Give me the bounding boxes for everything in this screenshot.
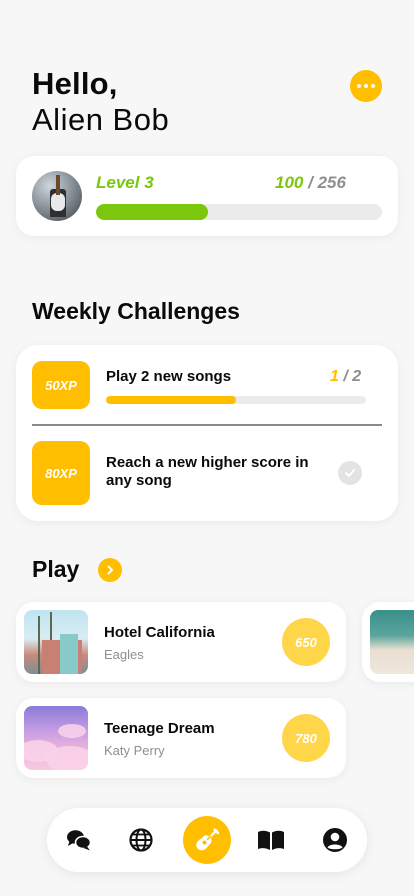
avatar-guitar-neck xyxy=(56,175,60,195)
challenge-progress-track xyxy=(106,396,366,404)
challenge-progress-separator: / xyxy=(343,368,348,385)
song-card[interactable]: Teenage Dream Katy Perry 780 xyxy=(16,698,346,778)
greeting-title: Hello, xyxy=(32,66,118,101)
more-dot xyxy=(364,84,368,88)
xp-current: 100 xyxy=(275,173,304,192)
more-options-button[interactable] xyxy=(350,70,382,102)
album-cover xyxy=(370,610,414,674)
challenge-xp-badge: 50XP xyxy=(32,361,90,409)
nav-profile-button[interactable] xyxy=(311,816,359,864)
nav-book-button[interactable] xyxy=(247,816,295,864)
song-card[interactable] xyxy=(362,602,414,682)
song-score: 780 xyxy=(282,714,330,762)
song-title: Hotel California xyxy=(104,624,215,641)
chat-icon xyxy=(67,830,92,851)
song-title: Teenage Dream xyxy=(104,720,215,737)
album-cover xyxy=(24,706,88,770)
avatar-guitar-body xyxy=(51,193,65,211)
xp-max: 256 xyxy=(317,173,346,192)
nav-guitar-button[interactable] xyxy=(183,816,231,864)
level-card[interactable] xyxy=(16,156,398,236)
nav-chat-button[interactable] xyxy=(55,816,103,864)
song-card[interactable]: Hotel California Eagles 650 xyxy=(16,602,346,682)
guitar-icon xyxy=(196,828,220,851)
avatar[interactable] xyxy=(32,171,82,221)
song-score: 650 xyxy=(282,618,330,666)
album-cover xyxy=(24,610,88,674)
globe-icon xyxy=(129,828,153,852)
cloud xyxy=(58,724,86,738)
profile-icon xyxy=(323,828,347,852)
challenge-progress-text: 1 / 2 xyxy=(330,368,361,386)
bottom-nav xyxy=(47,808,367,872)
challenge-progress-total: 2 xyxy=(352,368,362,385)
challenge-divider xyxy=(32,424,382,426)
more-dot xyxy=(371,84,375,88)
level-progress-fill xyxy=(96,204,208,220)
song-artist: Eagles xyxy=(104,647,144,662)
xp-separator: / xyxy=(308,173,313,192)
challenge-progress-fill xyxy=(106,396,236,404)
nav-globe-button[interactable] xyxy=(117,816,165,864)
challenge-title[interactable]: Reach a new higher score in any song xyxy=(106,454,326,490)
level-label: Level 3 xyxy=(96,173,154,192)
song-artist: Katy Perry xyxy=(104,743,165,758)
challenge-title[interactable]: Play 2 new songs xyxy=(106,368,231,386)
building xyxy=(60,634,78,674)
user-name: Alien Bob xyxy=(32,102,170,137)
cloud xyxy=(46,746,88,770)
weekly-challenges-title: Weekly Challenges xyxy=(32,298,240,324)
more-horizontal-icon xyxy=(357,84,361,88)
challenge-progress-current: 1 xyxy=(330,368,339,385)
palm xyxy=(38,616,40,674)
challenge-xp-badge: 80XP xyxy=(32,441,90,505)
level-xp: 100 / 256 xyxy=(275,173,346,193)
level-progress-track xyxy=(96,204,382,220)
check-circle-icon xyxy=(338,461,362,485)
book-icon xyxy=(258,830,284,850)
play-title: Play xyxy=(32,556,80,582)
chevron-right-icon[interactable] xyxy=(98,558,122,582)
